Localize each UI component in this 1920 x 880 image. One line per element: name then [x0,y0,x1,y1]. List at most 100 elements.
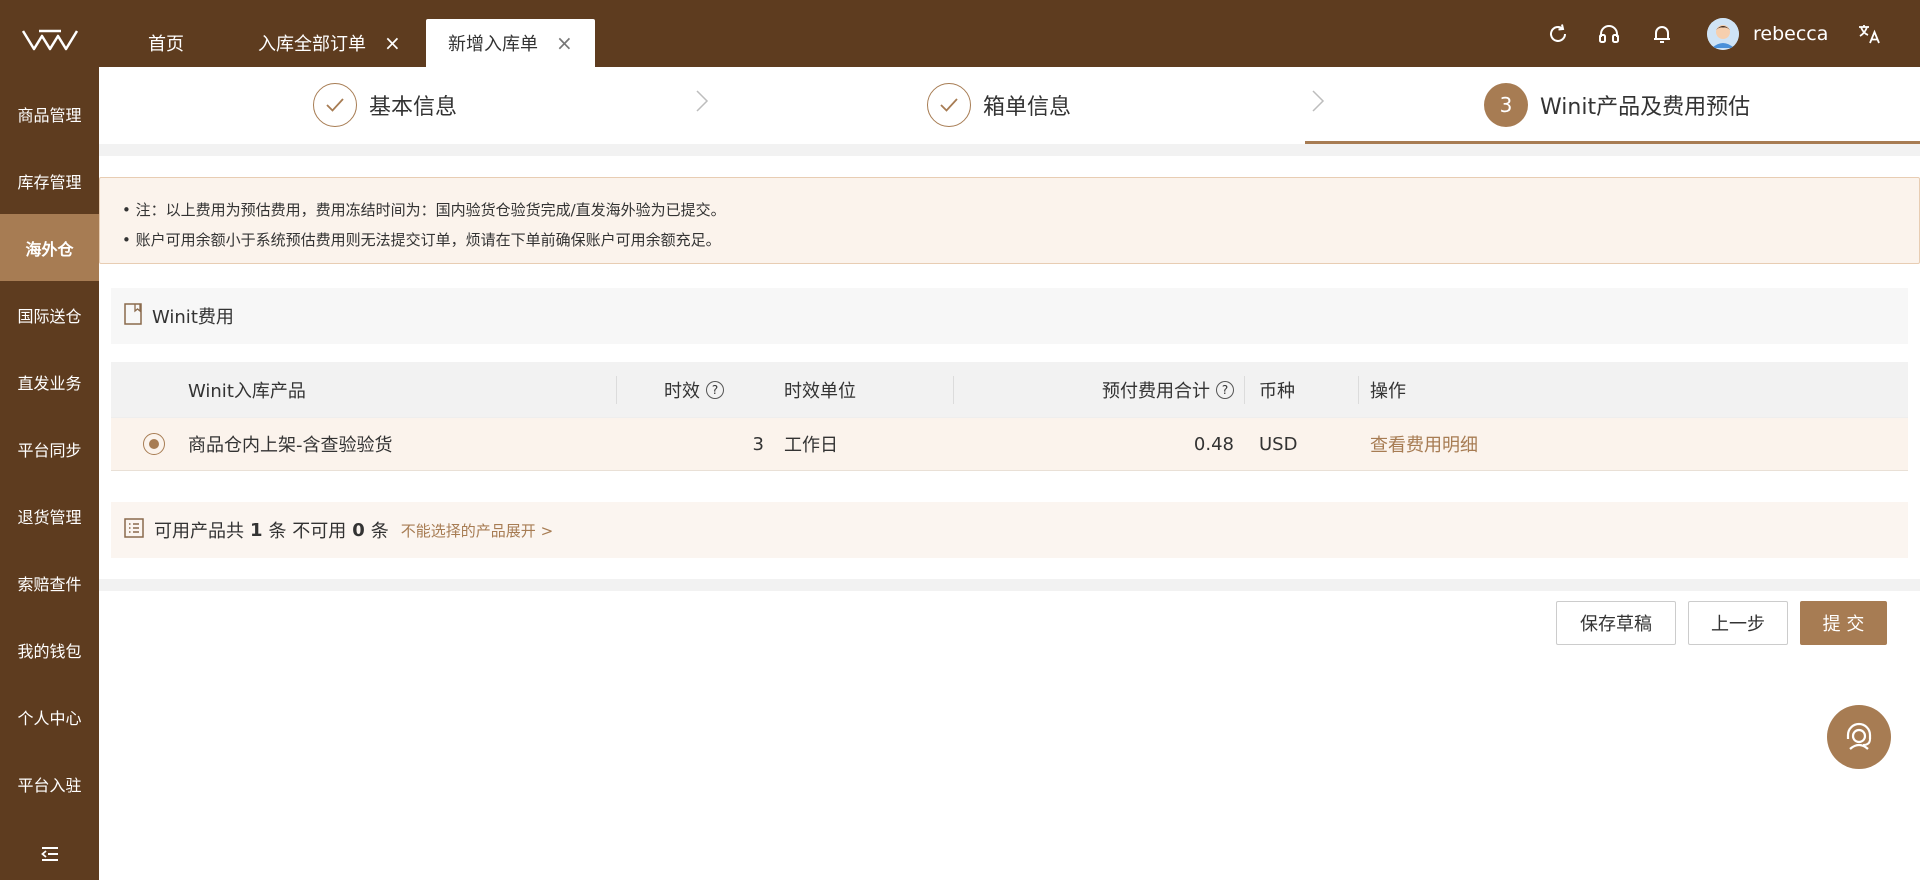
column-header-currency: 币种 [1259,380,1295,402]
fee-notice: • 注：以上费用为预估费用，费用冻结时间为：国内验货仓验货完成/直发海外验为已提… [99,177,1920,264]
step-packing-list[interactable]: 箱单信息 [927,83,1071,127]
document-icon [124,302,142,330]
top-bar: 首页 入库全部订单 × 新增入库单 × rebecca [99,0,1920,67]
sidebar: 商品管理 库存管理 海外仓 国际送仓 直发业务 平台同步 退货管理 索赔查件 我… [0,0,99,880]
tab-home[interactable]: 首页 [148,19,184,67]
sidebar-item-label: 库存管理 [17,172,82,192]
column-divider [1244,376,1245,404]
user-menu[interactable]: rebecca [1707,18,1828,50]
check-icon [927,83,971,127]
column-divider [1358,376,1359,404]
collapse-sidebar-button[interactable] [0,846,99,862]
tab-inbound-all-orders[interactable]: 入库全部订单 × [258,19,401,67]
sidebar-item-label: 平台入驻 [17,775,82,795]
translate-icon [1859,25,1880,44]
step-label: 箱单信息 [983,95,1072,120]
cell-fee-total: 0.48 [1193,433,1234,455]
table-header: Winit入库产品 时效 ? 时效单位 预付费用合计 ? 币种 操作 [111,362,1908,417]
column-divider [616,376,617,404]
view-fee-details-link[interactable]: 查看费用明细 [1370,418,1478,470]
customer-service-button[interactable] [1827,705,1891,769]
brand-logo[interactable] [0,0,99,80]
support-headset-button[interactable] [1596,21,1622,47]
sidebar-item-personal-center[interactable]: 个人中心 [0,683,99,750]
avatar [1707,18,1739,50]
column-header-action: 操作 [1370,380,1406,402]
sidebar-item-label: 个人中心 [17,708,82,728]
tab-new-inbound-order[interactable]: 新增入库单 × [426,19,595,67]
sidebar-item-label: 国际送仓 [17,306,82,326]
summary-suffix: 条 [370,521,389,542]
sidebar-item-label: 平台同步 [17,440,82,460]
save-draft-button[interactable]: 保存草稿 [1556,601,1676,645]
sidebar-item-platform-sync[interactable]: 平台同步 [0,415,99,482]
expand-unavailable-link[interactable]: 不能选择的产品展开 > [401,520,553,541]
cell-currency: USD [1259,433,1298,455]
notice-line: • 注：以上费用为预估费用，费用冻结时间为：国内验货仓验货完成/直发海外验为已提… [122,201,726,219]
summary-prefix: 可用产品共 [154,521,244,542]
main-content: 基本信息 箱单信息 3 Winit产品及费用预估 • 注：以上费用为预估费用，费… [99,67,1920,880]
close-icon[interactable]: × [384,33,401,53]
available-count: 1 [250,519,263,541]
sidebar-item-inventory-management[interactable]: 库存管理 [0,147,99,214]
customer-service-icon [1846,722,1872,750]
previous-step-button[interactable]: 上一步 [1688,601,1788,645]
notice-line: • 账户可用余额小于系统预估费用则无法提交订单，烦请在下单前确保账户可用余额充足… [122,231,721,249]
column-header-aging: 时效 ? [664,362,724,417]
help-icon[interactable]: ? [706,380,724,399]
panel-title: Winit费用 [152,307,234,328]
sidebar-item-direct-shipping[interactable]: 直发业务 [0,348,99,415]
sidebar-item-label: 我的钱包 [17,641,82,661]
cell-aging-unit: 工作日 [784,435,838,456]
radio-selected-icon [143,433,165,455]
divider [99,144,1920,156]
step-basic-info[interactable]: 基本信息 [313,83,457,127]
username: rebecca [1753,23,1829,45]
step-product-fee-estimate[interactable]: 3 Winit产品及费用预估 [1484,83,1750,127]
column-header-fee-total: 预付费用合计 ? [1102,362,1234,417]
check-icon [313,83,357,127]
close-icon[interactable]: × [556,33,573,53]
menu-collapse-icon [40,847,58,861]
sidebar-item-my-wallet[interactable]: 我的钱包 [0,616,99,683]
tab-label: 入库全部订单 [258,34,366,55]
sidebar-item-product-management[interactable]: 商品管理 [0,80,99,147]
step-number: 3 [1484,83,1528,127]
product-table: Winit入库产品 时效 ? 时效单位 预付费用合计 ? 币种 操作 商品仓内上… [111,362,1908,471]
fee-panel-header: Winit费用 [111,288,1908,344]
sidebar-item-label: 退货管理 [17,507,82,527]
help-icon[interactable]: ? [1216,380,1234,399]
step-label: Winit产品及费用预估 [1540,95,1751,120]
headset-icon [1599,25,1619,43]
sidebar-item-label: 海外仓 [25,239,74,259]
sidebar-item-label: 直发业务 [17,373,82,393]
cell-product: 商品仓内上架-含查验验货 [188,435,393,456]
sidebar-item-overseas-warehouse[interactable]: 海外仓 [0,214,99,281]
cell-aging: 3 [752,433,764,455]
tab-label: 首页 [148,34,184,55]
refresh-button[interactable] [1545,21,1571,47]
unavailable-count: 0 [352,519,365,541]
notifications-button[interactable] [1649,21,1675,47]
product-radio[interactable] [143,418,165,470]
table-row[interactable]: 商品仓内上架-含查验验货 3 工作日 0.48 USD 查看费用明细 [111,417,1908,471]
summary-mid: 条 不可用 [268,521,347,542]
step-label: 基本信息 [369,95,458,120]
language-button[interactable] [1857,21,1883,47]
list-icon [124,517,144,543]
sidebar-item-platform-onboarding[interactable]: 平台入驻 [0,750,99,817]
product-summary: 可用产品共 1 条 不可用 0 条 不能选择的产品展开 > [111,502,1908,558]
chevron-right-icon [1311,89,1325,117]
tab-label: 新增入库单 [448,34,538,55]
sidebar-nav: 商品管理 库存管理 海外仓 国际送仓 直发业务 平台同步 退货管理 索赔查件 我… [0,80,99,817]
sidebar-item-international-delivery[interactable]: 国际送仓 [0,281,99,348]
avatar-icon [1707,18,1739,50]
chevron-right-icon [695,89,709,117]
sidebar-item-returns-management[interactable]: 退货管理 [0,482,99,549]
stepper: 基本信息 箱单信息 3 Winit产品及费用预估 [99,67,1920,144]
column-header-product: Winit入库产品 [188,380,306,402]
sidebar-item-label: 索赔查件 [17,574,82,594]
sidebar-item-claims-tracking[interactable]: 索赔查件 [0,549,99,616]
logo-icon [21,29,78,51]
submit-button[interactable]: 提 交 [1800,601,1887,645]
